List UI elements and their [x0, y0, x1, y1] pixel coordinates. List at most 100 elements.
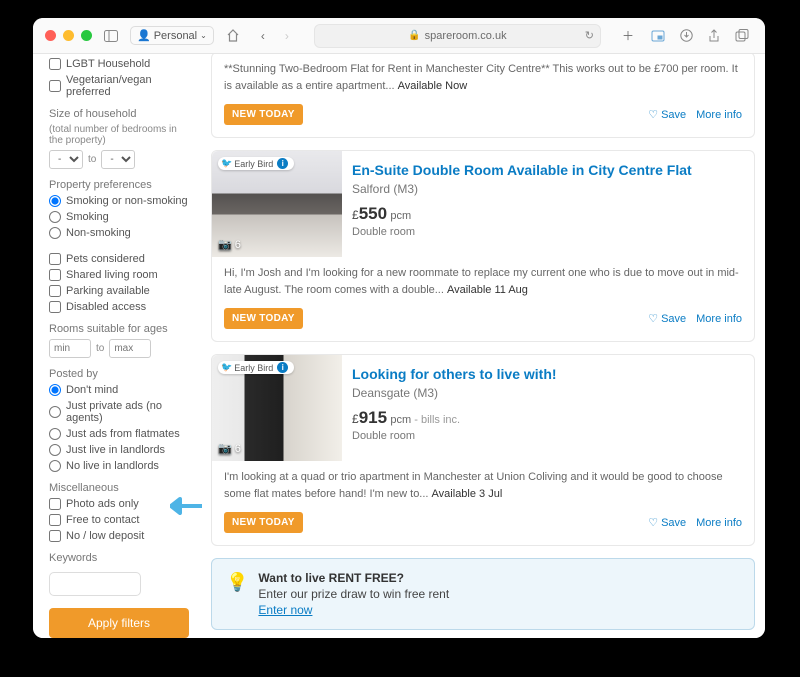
sidebar-icon — [104, 30, 118, 42]
share-icon — [708, 29, 720, 43]
tabs-button[interactable] — [731, 25, 753, 47]
listing-title[interactable]: En-Suite Double Room Available in City C… — [352, 161, 742, 179]
age-min-input[interactable] — [49, 339, 91, 358]
promo-body: Enter our prize draw to win free rent — [258, 587, 449, 601]
chk-free-contact[interactable]: Free to contact — [49, 514, 193, 526]
to-label-2: to — [96, 343, 104, 354]
bird-icon: 🐦 — [221, 362, 232, 373]
listing-card[interactable]: 🐦 Early Bird i 📷 6 Looking for others to… — [211, 354, 755, 546]
chk-photo-only[interactable]: Photo ads only — [49, 498, 193, 510]
chk-lgbt[interactable]: LGBT Household — [49, 58, 193, 70]
filters-sidebar: LGBT Household Vegetarian/vegan preferre… — [33, 54, 201, 638]
new-today-badge: NEW TODAY — [224, 104, 303, 125]
plus-icon: ＋ — [622, 27, 634, 44]
browser-window: 👤 Personal ⌄ ‹ › 🔒 spareroom.co.uk ↻ ＋ L… — [33, 18, 765, 638]
radio-dontmind[interactable]: Don't mind — [49, 384, 193, 396]
listing-photo[interactable]: 🐦 Early Bird i 📷 6 — [212, 151, 342, 257]
save-link[interactable]: ♡Save — [648, 516, 686, 529]
availability: Available 11 Aug — [447, 284, 528, 296]
room-type: Double room — [352, 430, 742, 442]
info-icon[interactable]: i — [277, 158, 288, 169]
listing-card[interactable]: 🐦 Early Bird i 📷 6 En-Suite Double Room … — [211, 150, 755, 342]
listing-card[interactable]: **Stunning Two-Bedroom Flat for Rent in … — [211, 54, 755, 138]
household-size-range: - to - — [49, 150, 193, 169]
listing-info: Looking for others to live with! Deansga… — [352, 355, 754, 461]
url-text: spareroom.co.uk — [425, 30, 507, 42]
sidebar-toggle-button[interactable] — [100, 25, 122, 47]
reload-icon[interactable]: ↻ — [585, 29, 594, 42]
heart-icon: ♡ — [648, 516, 658, 529]
listing-price: £550 pcm — [352, 204, 742, 224]
keywords-input[interactable] — [49, 572, 141, 596]
titlebar: 👤 Personal ⌄ ‹ › 🔒 spareroom.co.uk ↻ ＋ — [33, 18, 765, 54]
size-min-select[interactable]: - — [49, 150, 83, 169]
forward-button[interactable]: › — [276, 25, 298, 47]
back-button[interactable]: ‹ — [252, 25, 274, 47]
info-icon[interactable]: i — [277, 362, 288, 373]
radio-smoking[interactable]: Smoking — [49, 211, 193, 223]
zoom-icon[interactable] — [81, 30, 92, 41]
apply-filters-button[interactable]: Apply filters — [49, 608, 189, 638]
downloads-button[interactable] — [675, 25, 697, 47]
chevron-down-icon: ⌄ — [200, 31, 207, 40]
home-button[interactable] — [222, 25, 244, 47]
profile-switcher[interactable]: 👤 Personal ⌄ — [130, 26, 214, 45]
radio-smoke-any[interactable]: Smoking or non-smoking — [49, 195, 193, 207]
minimize-icon[interactable] — [63, 30, 74, 41]
listing-photo[interactable]: 🐦 Early Bird i 📷 6 — [212, 355, 342, 461]
bird-icon: 🐦 — [221, 158, 232, 169]
early-bird-badge: 🐦 Early Bird i — [218, 361, 294, 374]
radio-nolivein[interactable]: No live in landlords — [49, 460, 193, 472]
room-type: Double room — [352, 226, 742, 238]
more-info-link[interactable]: More info — [696, 109, 742, 121]
pip-icon — [651, 30, 665, 42]
chk-shared-living[interactable]: Shared living room — [49, 269, 193, 281]
promo-link[interactable]: Enter now — [258, 603, 312, 617]
availability: Available 3 Jul — [432, 488, 503, 500]
heading-posted-by: Posted by — [49, 368, 193, 380]
size-max-select[interactable]: - — [101, 150, 135, 169]
chevron-right-icon: › — [285, 29, 289, 43]
listing-snippet: **Stunning Two-Bedroom Flat for Rent in … — [212, 54, 754, 94]
chk-low-deposit[interactable]: No / low deposit — [49, 530, 193, 542]
chk-parking[interactable]: Parking available — [49, 285, 193, 297]
chk-disabled-access[interactable]: Disabled access — [49, 301, 193, 313]
pip-button[interactable] — [647, 25, 669, 47]
new-tab-button[interactable]: ＋ — [617, 25, 639, 47]
profile-label: Personal — [154, 30, 197, 42]
subtext-household-size: (total number of bedrooms in the propert… — [49, 124, 193, 146]
more-info-link[interactable]: More info — [696, 517, 742, 529]
page-content: LGBT Household Vegetarian/vegan preferre… — [33, 54, 765, 638]
heading-household-size: Size of household — [49, 108, 193, 120]
early-bird-badge: 🐦 Early Bird i — [218, 157, 294, 170]
listing-title[interactable]: Looking for others to live with! — [352, 365, 742, 383]
age-max-input[interactable] — [109, 339, 151, 358]
photo-count: 📷 6 — [218, 238, 241, 251]
radio-private[interactable]: Just private ads (no agents) — [49, 400, 193, 424]
heading-property-prefs: Property preferences — [49, 179, 193, 191]
heart-icon: ♡ — [648, 108, 658, 121]
download-icon — [680, 29, 693, 42]
listing-location: Deansgate (M3) — [352, 386, 742, 400]
heading-keywords: Keywords — [49, 552, 193, 564]
save-link[interactable]: ♡Save — [648, 108, 686, 121]
share-button[interactable] — [703, 25, 725, 47]
listing-snippet: I'm looking at a quad or trio apartment … — [212, 461, 754, 502]
heading-ages: Rooms suitable for ages — [49, 323, 193, 335]
radio-flatmates[interactable]: Just ads from flatmates — [49, 428, 193, 440]
home-icon — [226, 29, 240, 42]
heading-misc: Miscellaneous — [49, 482, 193, 494]
chk-vegetarian[interactable]: Vegetarian/vegan preferred — [49, 74, 193, 98]
radio-nonsmoking[interactable]: Non-smoking — [49, 227, 193, 239]
photo-count: 📷 6 — [218, 442, 241, 455]
address-bar[interactable]: 🔒 spareroom.co.uk ↻ — [314, 24, 601, 48]
chevron-left-icon: ‹ — [261, 29, 265, 43]
chk-pets[interactable]: Pets considered — [49, 253, 193, 265]
results-main: **Stunning Two-Bedroom Flat for Rent in … — [201, 54, 765, 638]
close-icon[interactable] — [45, 30, 56, 41]
radio-livein[interactable]: Just live in landlords — [49, 444, 193, 456]
save-link[interactable]: ♡Save — [648, 312, 686, 325]
more-info-link[interactable]: More info — [696, 313, 742, 325]
promo-banner: 💡 Want to live RENT FREE? Enter our priz… — [211, 558, 755, 630]
availability: Available Now — [398, 80, 468, 92]
